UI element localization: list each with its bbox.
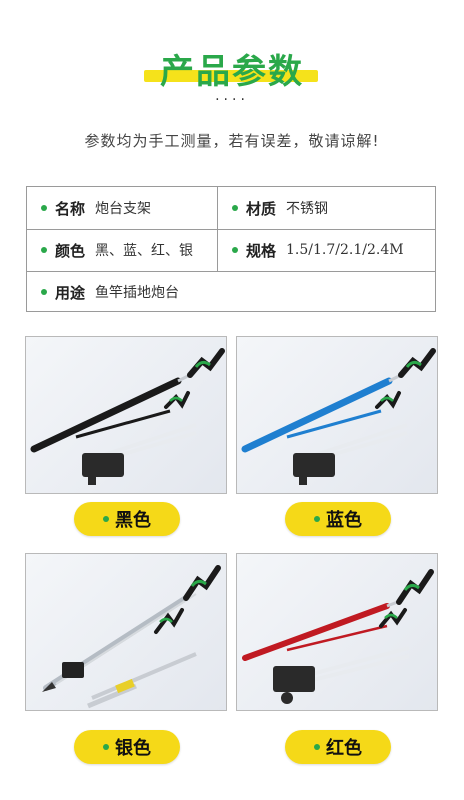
bullet-icon bbox=[232, 247, 238, 253]
color-tag-label: 蓝色 bbox=[326, 510, 362, 531]
product-photo-silver bbox=[25, 553, 227, 711]
bullet-icon bbox=[314, 744, 320, 750]
product-photo-black bbox=[25, 336, 227, 494]
bullet-icon bbox=[103, 516, 109, 522]
color-tag-blue[interactable]: 蓝色 bbox=[285, 502, 391, 536]
color-tag-red[interactable]: 红色 bbox=[285, 730, 391, 764]
spec-value: 鱼竿插地炮台 bbox=[95, 285, 180, 301]
spec-cell-size: 规格 1.5/1.7/2.1/2.4M bbox=[217, 229, 436, 271]
spec-label: 用途 bbox=[55, 283, 86, 302]
spec-value: 炮台支架 bbox=[95, 201, 152, 217]
product-photo-blue bbox=[236, 336, 438, 494]
spec-row: 颜色 黑、蓝、红、银 规格 1.5/1.7/2.1/2.4M bbox=[27, 229, 435, 272]
spec-cell-name: 名称 炮台支架 bbox=[27, 187, 217, 229]
bullet-icon bbox=[41, 289, 47, 295]
spec-label: 名称 bbox=[55, 199, 86, 218]
spec-value: 黑、蓝、红、银 bbox=[95, 243, 194, 259]
spec-value: 不锈钢 bbox=[286, 201, 329, 217]
product-photo-red bbox=[236, 553, 438, 711]
bullet-icon bbox=[232, 205, 238, 211]
bullet-icon bbox=[41, 247, 47, 253]
color-tag-silver[interactable]: 银色 bbox=[74, 730, 180, 764]
spec-label: 颜色 bbox=[55, 241, 86, 260]
page-title: 产品参数 bbox=[160, 52, 304, 92]
spec-cell-color: 颜色 黑、蓝、红、银 bbox=[27, 229, 217, 271]
spec-table: 名称 炮台支架 材质 不锈钢 颜色 黑、蓝、红、银 规格 1.5/1.7/2.1… bbox=[26, 186, 436, 312]
spec-row: 用途 鱼竿插地炮台 bbox=[27, 271, 435, 313]
bullet-icon bbox=[103, 744, 109, 750]
spec-cell-material: 材质 不锈钢 bbox=[217, 187, 436, 229]
spec-value: 1.5/1.7/2.1/2.4M bbox=[286, 242, 404, 258]
bullet-icon bbox=[41, 205, 47, 211]
subtitle: 参数均为手工测量，若有误差，敬请谅解! bbox=[84, 132, 380, 150]
rod-holder-image bbox=[42, 565, 221, 709]
color-tag-label: 黑色 bbox=[115, 510, 151, 531]
rod-holder-image bbox=[241, 348, 436, 485]
title-dots: ···· bbox=[215, 92, 249, 108]
bullet-icon bbox=[314, 516, 320, 522]
rod-holder-image bbox=[242, 569, 434, 704]
spec-label: 材质 bbox=[246, 199, 277, 218]
color-tag-black[interactable]: 黑色 bbox=[74, 502, 180, 536]
rod-holder-image bbox=[30, 348, 225, 485]
color-tag-label: 红色 bbox=[326, 738, 362, 759]
spec-cell-use: 用途 鱼竿插地炮台 bbox=[27, 271, 435, 313]
spec-row: 名称 炮台支架 材质 不锈钢 bbox=[27, 187, 435, 230]
spec-label: 规格 bbox=[246, 241, 277, 260]
color-tag-label: 银色 bbox=[115, 738, 151, 759]
title-wrap: 产品参数 bbox=[0, 44, 464, 93]
